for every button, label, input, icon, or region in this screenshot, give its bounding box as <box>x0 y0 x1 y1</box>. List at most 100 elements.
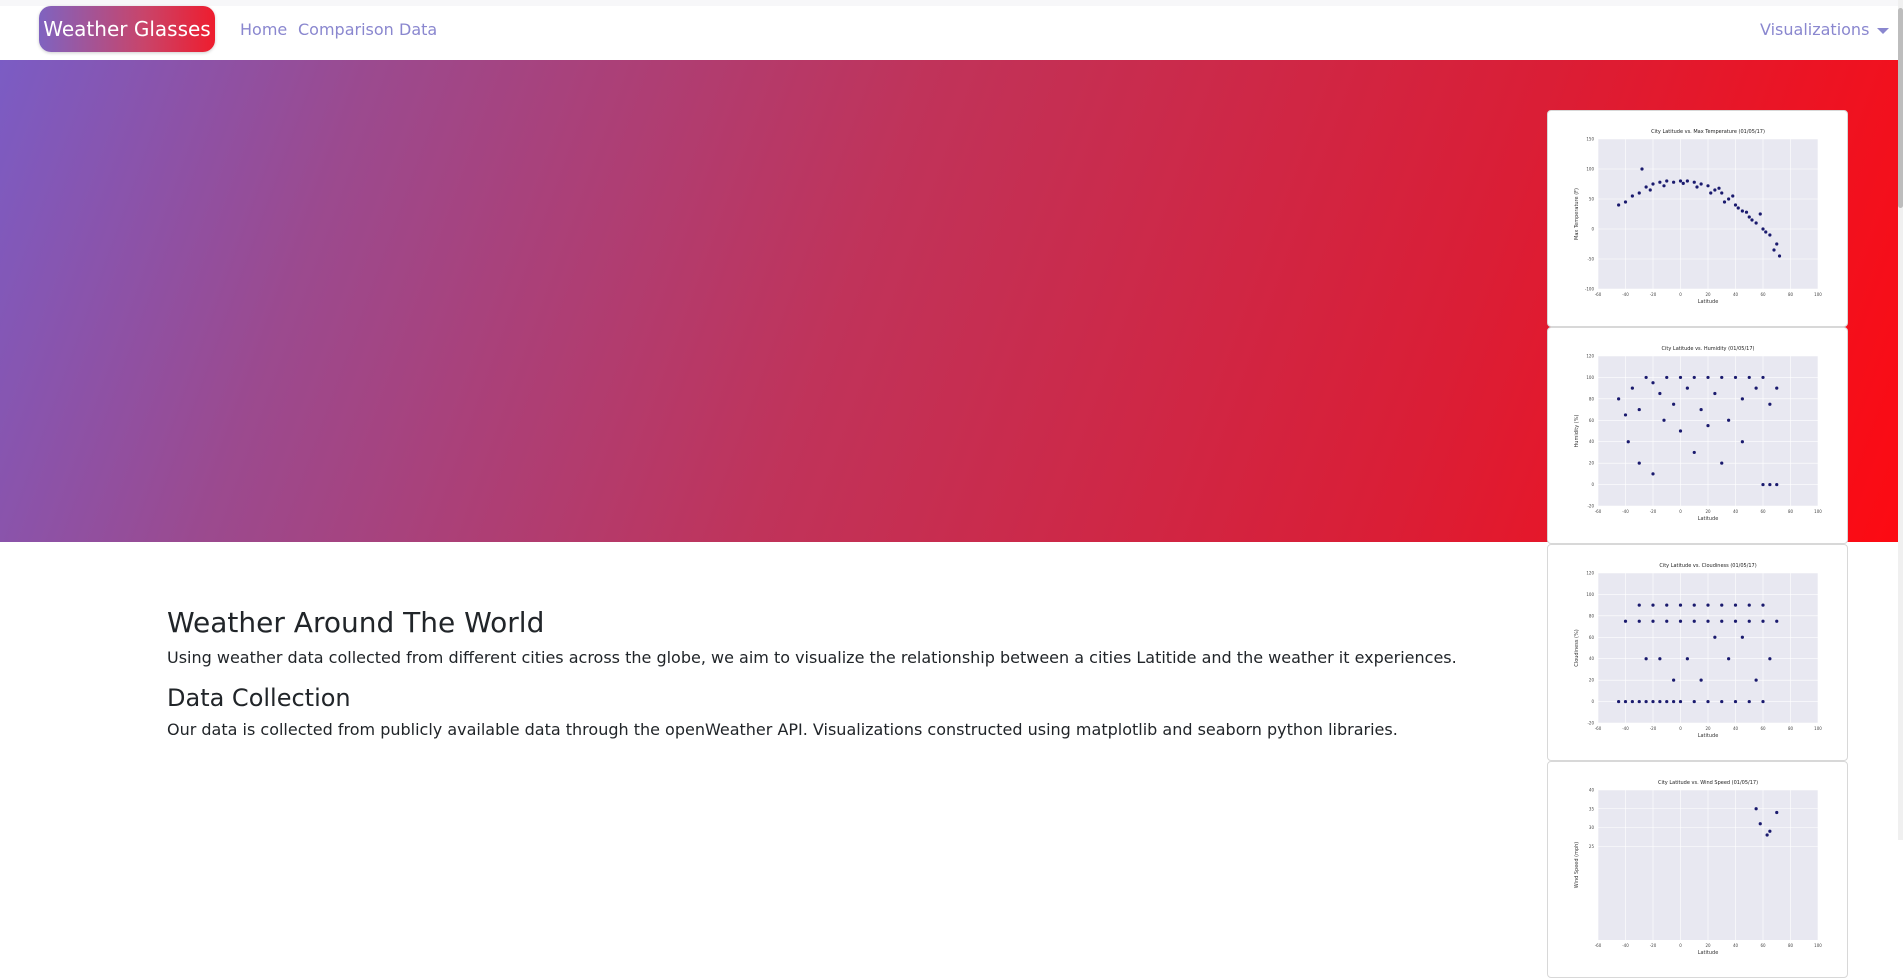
y-tick-label: 80 <box>1589 396 1595 401</box>
data-point <box>1692 375 1696 380</box>
y-tick-label: 30 <box>1589 825 1595 830</box>
data-point <box>1775 386 1779 390</box>
data-point <box>1709 191 1713 195</box>
data-point <box>1665 179 1669 183</box>
data-point <box>1637 191 1641 195</box>
chart-title: City Latitude vs. Wind Speed (01/05/17) <box>1658 780 1758 786</box>
data-point <box>1699 678 1703 682</box>
data-point <box>1692 603 1696 607</box>
data-point <box>1747 215 1751 219</box>
main-content: Weather Around The World Using weather d… <box>167 603 1467 741</box>
x-tick-label: -60 <box>1595 943 1602 948</box>
y-tick-label: 0 <box>1591 699 1594 704</box>
visualizations-dropdown[interactable]: Visualizations <box>1760 20 1890 39</box>
x-tick-label: 0 <box>1679 509 1682 514</box>
nav-link-data[interactable]: Data <box>399 20 437 39</box>
data-point <box>1736 206 1740 210</box>
data-point <box>1713 391 1717 396</box>
y-tick-label: -20 <box>1587 504 1594 509</box>
x-tick-label: -40 <box>1622 292 1629 297</box>
data-point <box>1706 603 1710 607</box>
data-point <box>1681 181 1685 185</box>
x-tick-label: -20 <box>1650 726 1657 731</box>
data-point <box>1733 619 1738 623</box>
y-tick-label: 80 <box>1589 613 1595 618</box>
data-point <box>1695 185 1699 189</box>
caret-down-icon <box>1877 27 1890 34</box>
x-tick-label: 20 <box>1705 292 1711 297</box>
x-tick-label: 20 <box>1705 509 1711 514</box>
data-point <box>1630 194 1634 198</box>
x-tick-label: 100 <box>1814 509 1822 514</box>
nav-link-home[interactable]: Home <box>240 20 287 39</box>
data-point <box>1733 603 1738 607</box>
data-point <box>1658 391 1662 396</box>
scrollbar-thumb[interactable] <box>1898 8 1903 208</box>
data-point <box>1658 699 1662 704</box>
x-tick-label: 60 <box>1760 509 1766 514</box>
y-axis-label: Wind Speed (mph) <box>1574 842 1580 889</box>
data-point <box>1692 619 1696 623</box>
chart-title: City Latitude vs. Humidity (01/05/17) <box>1662 346 1755 352</box>
data-point <box>1775 619 1779 623</box>
data-point <box>1640 167 1644 171</box>
chart-card-wind-speed[interactable]: City Latitude vs. Wind Speed (01/05/17) -… <box>1547 761 1848 978</box>
x-tick-label: 100 <box>1814 943 1822 948</box>
brand-button[interactable]: Weather Glasses <box>39 6 215 52</box>
data-point <box>1713 188 1717 192</box>
y-tick-label: 35 <box>1589 806 1595 811</box>
data-point <box>1747 699 1751 704</box>
y-axis-label: Max Temperature (F) <box>1574 188 1580 240</box>
data-point <box>1761 227 1765 231</box>
data-point <box>1665 375 1669 380</box>
data-point <box>1727 197 1731 201</box>
data-point <box>1623 200 1628 204</box>
chart-card-max-temperature[interactable]: City Latitude vs. Max Temperature (01/05… <box>1547 110 1848 327</box>
y-tick-label: 100 <box>1586 592 1594 597</box>
scrollbar[interactable] <box>1898 0 1903 840</box>
y-tick-label: 50 <box>1589 197 1595 202</box>
data-point <box>1665 603 1669 607</box>
data-point <box>1651 381 1655 385</box>
data-point <box>1775 242 1779 246</box>
data-point <box>1662 184 1666 188</box>
data-point <box>1768 402 1772 406</box>
data-point <box>1637 407 1641 412</box>
y-tick-label: 40 <box>1589 656 1595 661</box>
nav-link-comparison[interactable]: Comparison <box>298 20 394 39</box>
data-point <box>1644 657 1648 661</box>
x-tick-label: -20 <box>1650 943 1657 948</box>
data-point <box>1713 635 1717 639</box>
data-point <box>1637 603 1641 607</box>
data-point <box>1665 619 1669 623</box>
data-point <box>1777 254 1782 258</box>
chart-card-humidity[interactable]: City Latitude vs. Humidity (01/05/17) -60… <box>1547 327 1848 544</box>
data-point <box>1758 212 1762 216</box>
x-tick-label: 40 <box>1733 943 1739 948</box>
data-point <box>1678 429 1683 433</box>
data-point <box>1733 203 1738 207</box>
chart-card-cloudiness[interactable]: City Latitude vs. Cloudiness (01/05/17) -… <box>1547 544 1848 761</box>
data-point <box>1727 418 1731 422</box>
x-tick-label: 40 <box>1733 509 1739 514</box>
data-point <box>1706 699 1710 704</box>
chart-title: City Latitude vs. Cloudiness (01/05/17) <box>1659 563 1756 569</box>
y-tick-label: 60 <box>1589 635 1595 640</box>
section-heading: Data Collection <box>167 684 351 712</box>
y-tick-label: -50 <box>1587 257 1594 262</box>
data-point <box>1685 179 1689 183</box>
navbar: Weather Glasses Home Comparison Data Vis… <box>0 6 1898 60</box>
data-point <box>1722 200 1727 204</box>
x-tick-label: 60 <box>1760 943 1766 948</box>
data-point <box>1644 185 1648 189</box>
data-point <box>1740 635 1744 639</box>
data-point <box>1692 450 1696 455</box>
data-point <box>1651 603 1655 607</box>
data-point <box>1678 699 1683 704</box>
data-point <box>1720 603 1724 607</box>
data-point <box>1692 699 1696 704</box>
data-point <box>1651 699 1655 704</box>
data-point <box>1768 829 1772 833</box>
data-point <box>1672 402 1676 406</box>
visualizations-dropdown-label: Visualizations <box>1760 20 1870 39</box>
